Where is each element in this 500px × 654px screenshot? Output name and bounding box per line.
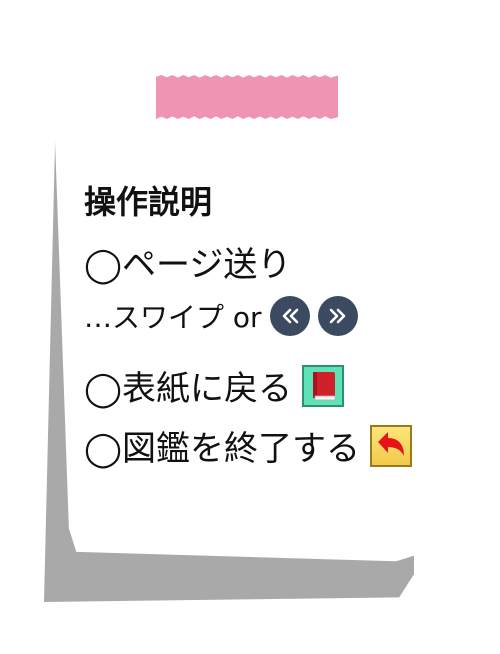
instruction-page-turn-label: ◯ページ送り: [84, 245, 292, 285]
exit-button[interactable]: [370, 424, 413, 467]
double-chevron-left-icon: [282, 308, 298, 324]
instruction-back-to-cover: ◯表紙に戻る: [84, 361, 345, 410]
instruction-back-to-cover-label: ◯表紙に戻る: [84, 369, 293, 409]
tape-strip: [156, 75, 338, 119]
instruction-swipe-label: …スワイプ or: [84, 301, 262, 334]
double-chevron-right-icon: [329, 308, 345, 324]
instruction-exit: ◯図鑑を終了する: [84, 421, 413, 470]
return-arrow-icon: [378, 431, 405, 456]
red-book-icon: [313, 371, 336, 400]
instruction-page-turn: ◯ページ送り: [84, 237, 291, 286]
prev-page-button[interactable]: [269, 296, 310, 336]
instruction-swipe: …スワイプ or: [84, 296, 358, 336]
next-page-button[interactable]: [317, 296, 358, 336]
cover-button[interactable]: [302, 364, 345, 407]
instructions-title: 操作説明: [84, 183, 213, 221]
instruction-exit-label: ◯図鑑を終了する: [84, 429, 361, 469]
